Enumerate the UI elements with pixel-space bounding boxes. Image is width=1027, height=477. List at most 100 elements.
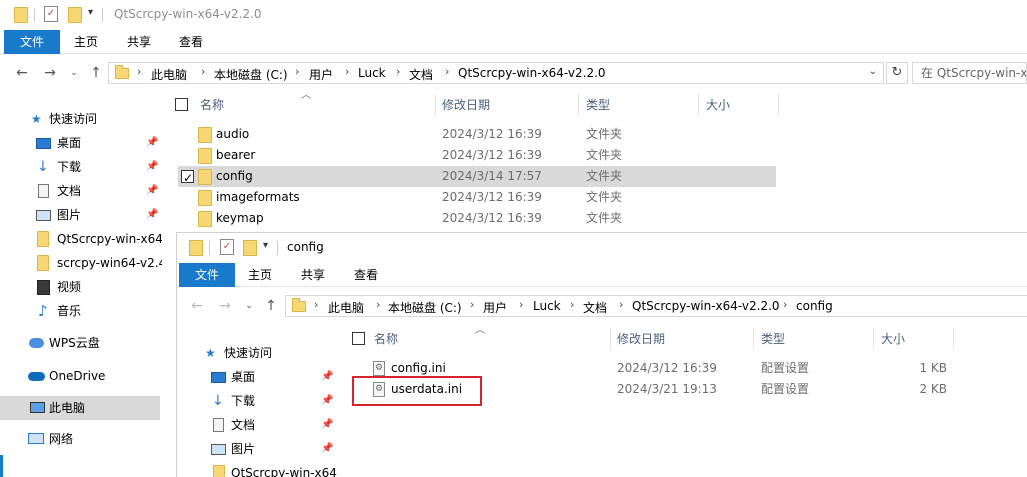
new-folder-icon[interactable] bbox=[243, 240, 257, 256]
sidebar-item-music[interactable]: ♪ 音乐 bbox=[0, 299, 162, 323]
document-icon bbox=[213, 418, 224, 432]
desktop-icon bbox=[211, 372, 226, 383]
properties-icon[interactable]: ✓ bbox=[220, 239, 234, 255]
back-arrow-icon[interactable]: ← bbox=[189, 298, 205, 314]
sidebar-item-downloads[interactable]: ↓ 下载 📌 bbox=[0, 155, 162, 179]
file-type: 配置设置 bbox=[761, 382, 810, 396]
forward-arrow-icon[interactable]: → bbox=[42, 65, 58, 81]
crumb-users[interactable]: 用户 bbox=[483, 299, 507, 316]
table-row[interactable]: imageformats 2024/3/12 16:39 文件夹 bbox=[178, 187, 776, 208]
sidebar-item-label: 下载 bbox=[231, 394, 256, 408]
crumb-config[interactable]: config bbox=[796, 299, 833, 313]
tab-view[interactable]: 查看 bbox=[354, 263, 378, 287]
file-tab[interactable]: 文件 bbox=[4, 30, 60, 54]
sidebar-item-network[interactable]: 网络 bbox=[0, 427, 162, 451]
column-divider bbox=[698, 94, 699, 116]
sidebar-item-scrcpy[interactable]: scrcpy-win64-v2.4 bbox=[0, 251, 162, 275]
tab-home[interactable]: 主页 bbox=[74, 30, 98, 54]
new-folder-icon[interactable] bbox=[68, 7, 82, 23]
star-icon: ★ bbox=[205, 346, 216, 360]
sidebar-item-desktop[interactable]: 桌面 📌 bbox=[177, 365, 339, 389]
crumb-qtscrcpy[interactable]: QtScrcpy-win-x64-v2.2.0 bbox=[458, 66, 606, 80]
pin-icon: 📌 bbox=[321, 371, 334, 382]
table-row-selected[interactable]: config 2024/3/14 17:57 文件夹 bbox=[178, 166, 776, 189]
address-bar[interactable]: › 此电脑 › 本地磁盘 (C:) › 用户 › Luck › 文档 › QtS… bbox=[108, 62, 884, 84]
table-row[interactable]: audio 2024/3/12 16:39 文件夹 bbox=[178, 124, 776, 145]
crumb-documents[interactable]: 文档 bbox=[409, 66, 433, 83]
file-type: 文件夹 bbox=[586, 169, 623, 183]
customize-toolbar-icon[interactable]: ▾ bbox=[263, 240, 268, 251]
sidebar-item-documents[interactable]: 文档 📌 bbox=[0, 179, 162, 203]
sidebar-item-quick-access[interactable]: ★ 快速访问 bbox=[177, 341, 339, 365]
folder-icon bbox=[37, 255, 49, 271]
tab-view[interactable]: 查看 bbox=[179, 30, 203, 54]
chevron-right-icon: › bbox=[295, 65, 300, 78]
file-tab[interactable]: 文件 bbox=[179, 263, 235, 287]
column-header-size[interactable]: 大小 bbox=[881, 326, 905, 352]
chevron-down-icon[interactable]: ⌄ bbox=[869, 66, 877, 77]
chevron-right-icon: › bbox=[783, 298, 788, 311]
sidebar-item-label: 此电脑 bbox=[49, 401, 86, 415]
column-header-size[interactable]: 大小 bbox=[706, 92, 730, 118]
sidebar-item-desktop[interactable]: 桌面 📌 bbox=[0, 131, 162, 155]
sidebar-item-onedrive[interactable]: OneDrive bbox=[0, 364, 162, 388]
column-header-type[interactable]: 类型 bbox=[586, 92, 610, 118]
music-icon: ♪ bbox=[38, 302, 48, 320]
file-type: 文件夹 bbox=[586, 148, 623, 162]
column-header-modified[interactable]: 修改日期 bbox=[617, 326, 665, 352]
folder-icon bbox=[37, 231, 49, 247]
table-row[interactable]: bearer 2024/3/12 16:39 文件夹 bbox=[178, 145, 776, 166]
sidebar-item-downloads[interactable]: ↓ 下载 📌 bbox=[177, 389, 339, 413]
crumb-luck[interactable]: Luck bbox=[358, 66, 386, 80]
crumb-users[interactable]: 用户 bbox=[309, 66, 333, 83]
recent-locations-icon[interactable]: ⌄ bbox=[241, 298, 257, 314]
sidebar-item-label: 桌面 bbox=[231, 370, 256, 384]
crumb-local-disk[interactable]: 本地磁盘 (C:) bbox=[388, 299, 462, 316]
crumb-this-pc[interactable]: 此电脑 bbox=[328, 299, 364, 316]
up-arrow-icon[interactable]: ↑ bbox=[263, 298, 279, 314]
sidebar-item-wps-cloud[interactable]: WPS云盘 bbox=[0, 331, 162, 355]
folder-icon bbox=[115, 65, 129, 79]
crumb-luck[interactable]: Luck bbox=[533, 299, 561, 313]
crumb-qtscrcpy[interactable]: QtScrcpy-win-x64-v2.2.0 bbox=[632, 299, 780, 313]
forward-arrow-icon[interactable]: → bbox=[217, 298, 233, 314]
properties-icon[interactable]: ✓ bbox=[44, 6, 58, 22]
column-header-row: 名称 修改日期 类型 大小 bbox=[347, 326, 957, 352]
column-header-name[interactable]: 名称 bbox=[374, 326, 398, 352]
back-arrow-icon[interactable]: ← bbox=[14, 65, 30, 81]
sidebar-item-pictures[interactable]: 图片 📌 bbox=[177, 437, 339, 461]
select-all-checkbox[interactable] bbox=[175, 98, 188, 111]
column-header-name[interactable]: 名称 bbox=[200, 92, 224, 118]
crumb-documents[interactable]: 文档 bbox=[583, 299, 607, 316]
row-checkbox[interactable] bbox=[181, 168, 194, 189]
sidebar-item-pictures[interactable]: 图片 📌 bbox=[0, 203, 162, 227]
pin-icon: 📌 bbox=[321, 443, 334, 454]
refresh-button[interactable]: ↻ bbox=[886, 62, 908, 84]
file-modified: 2024/3/12 16:39 bbox=[442, 148, 542, 162]
sidebar-item-qtscrcpy[interactable]: QtScrcpy-win-x64- bbox=[177, 461, 337, 477]
tab-home[interactable]: 主页 bbox=[248, 263, 272, 287]
column-header-type[interactable]: 类型 bbox=[761, 326, 785, 352]
column-header-row: 名称 修改日期 类型 大小 bbox=[170, 92, 780, 118]
column-header-modified[interactable]: 修改日期 bbox=[442, 92, 490, 118]
up-arrow-icon[interactable]: ↑ bbox=[88, 65, 104, 81]
sidebar-item-documents[interactable]: 文档 📌 bbox=[177, 413, 339, 437]
crumb-local-disk[interactable]: 本地磁盘 (C:) bbox=[214, 66, 288, 83]
sidebar-item-label: 文档 bbox=[57, 184, 82, 198]
sidebar-item-qtscrcpy[interactable]: QtScrcpy-win-x64- bbox=[0, 227, 162, 251]
sidebar-item-quick-access[interactable]: ★ 快速访问 bbox=[0, 107, 162, 131]
table-row[interactable]: keymap 2024/3/12 16:39 文件夹 bbox=[178, 208, 776, 229]
crumb-this-pc[interactable]: 此电脑 bbox=[151, 66, 187, 83]
address-bar[interactable]: › 此电脑 › 本地磁盘 (C:) › 用户 › Luck › 文档 › QtS… bbox=[285, 295, 1027, 317]
customize-toolbar-icon[interactable]: ▾ bbox=[88, 7, 93, 18]
sidebar-item-videos[interactable]: 视频 bbox=[0, 275, 162, 299]
recent-locations-icon[interactable]: ⌄ bbox=[66, 65, 82, 81]
download-icon: ↓ bbox=[212, 393, 224, 409]
sidebar-item-this-pc[interactable]: 此电脑 bbox=[0, 396, 160, 420]
tab-share[interactable]: 共享 bbox=[127, 30, 151, 54]
search-input[interactable]: 在 QtScrcpy-win-x6 bbox=[912, 62, 1027, 84]
select-all-checkbox[interactable] bbox=[352, 332, 365, 345]
video-icon bbox=[37, 280, 50, 295]
chevron-right-icon: › bbox=[519, 298, 524, 311]
tab-share[interactable]: 共享 bbox=[301, 263, 325, 287]
